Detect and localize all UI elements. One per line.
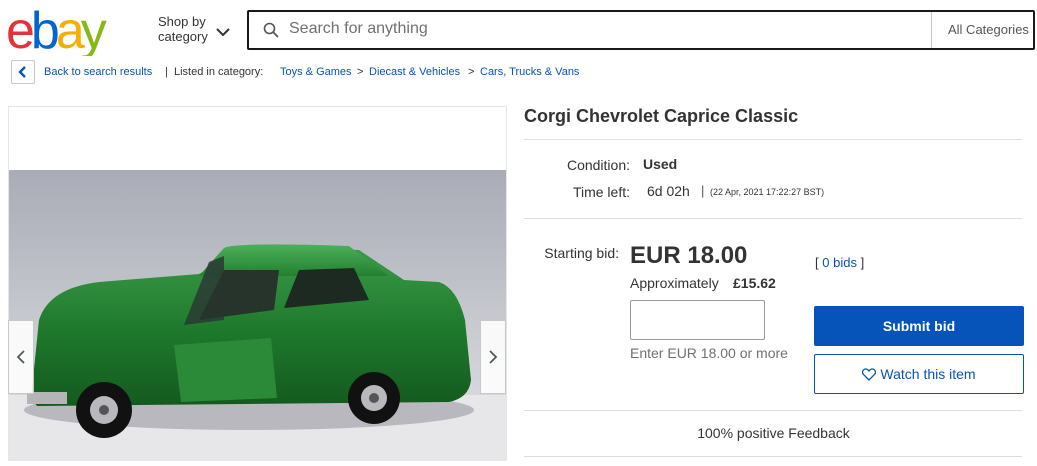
chevron-left-icon [16, 350, 25, 364]
shop-by-category-button[interactable]: Shop by category [158, 14, 208, 44]
time-separator: | [701, 183, 705, 198]
svg-text:ebay: ebay [6, 4, 107, 56]
back-button[interactable] [11, 60, 35, 84]
listed-in-label: Listed in category: [174, 66, 264, 78]
condition-value: Used [643, 156, 678, 172]
approx-value: £15.62 [733, 275, 776, 291]
watch-item-label: Watch this item [880, 366, 976, 382]
breadcrumb-arrow: > [468, 66, 475, 78]
divider [524, 139, 1022, 140]
price-value: EUR 18.00 [630, 242, 748, 269]
next-image-button[interactable] [480, 320, 506, 394]
heart-icon [862, 367, 877, 381]
seller-feedback: 100% positive Feedback [697, 425, 850, 441]
watch-item-button[interactable]: Watch this item [814, 354, 1024, 394]
item-title: Corgi Chevrolet Caprice Classic [524, 106, 799, 126]
search-input[interactable]: Search for anything [289, 20, 428, 38]
breadcrumb-diecast-vehicles[interactable]: Diecast & Vehicles [369, 66, 460, 78]
end-time: (22 Apr, 2021 17:22:27 BST) [710, 187, 825, 197]
breadcrumb-cars-trucks-vans[interactable]: Cars, Trucks & Vans [480, 66, 579, 78]
shop-by-line2: category [158, 29, 208, 44]
search-icon [263, 22, 279, 38]
divider [524, 218, 1022, 219]
ebay-logo[interactable]: ebay [6, 2, 126, 60]
shop-by-line1: Shop by [158, 14, 206, 29]
breadcrumb-separator: | [165, 66, 168, 78]
breadcrumb-arrow: > [357, 66, 364, 78]
back-to-search-link[interactable]: Back to search results [44, 66, 152, 78]
breadcrumb-toys-games[interactable]: Toys & Games [280, 66, 352, 78]
starting-bid-label: Starting bid: [544, 245, 619, 261]
bid-hint: Enter EUR 18.00 or more [630, 345, 788, 361]
chevron-left-icon [18, 66, 26, 78]
condition-label: Condition: [566, 157, 630, 173]
previous-image-button[interactable] [8, 320, 34, 394]
bids-bracket-close: ] [860, 255, 865, 270]
divider [931, 12, 932, 48]
bids-link[interactable]: 0 bids [822, 255, 857, 270]
product-photo[interactable] [9, 170, 506, 461]
divider [524, 456, 1022, 457]
submit-bid-button[interactable]: Submit bid [814, 306, 1024, 346]
bids-bracket-open: [ [815, 255, 819, 270]
submit-bid-label: Submit bid [882, 318, 956, 334]
category-select[interactable]: All Categories [948, 22, 1029, 37]
chevron-down-icon[interactable] [216, 24, 230, 37]
time-left-value: 6d 02h [647, 183, 690, 199]
bid-count: [ 0 bids ] [815, 255, 864, 270]
chevron-right-icon [489, 350, 498, 364]
divider [524, 410, 1022, 411]
approx-label: Approximately [630, 275, 719, 291]
time-left-label: Time left: [572, 184, 630, 200]
bid-amount-input[interactable] [630, 300, 765, 340]
